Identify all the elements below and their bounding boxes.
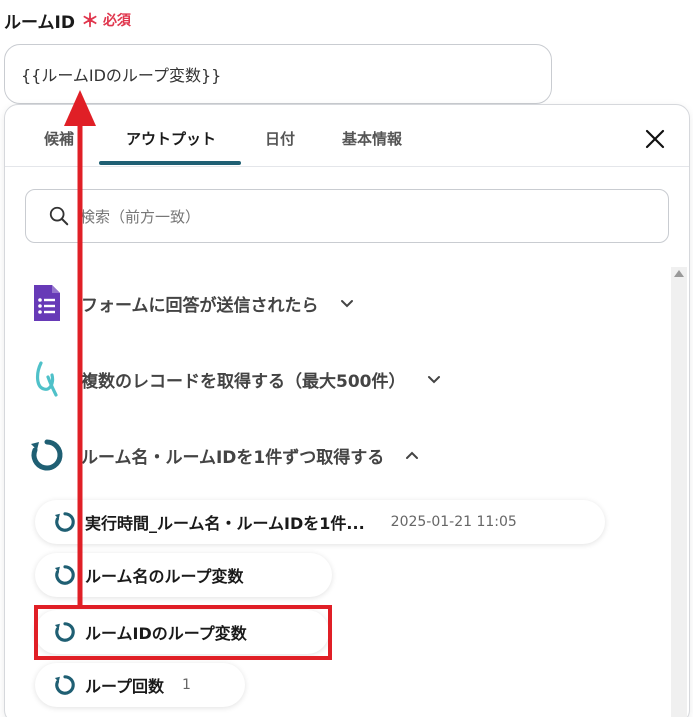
chevron-down-icon [340,300,353,308]
tab-candidates[interactable]: 候補 [41,125,77,151]
active-tab-indicator [99,161,241,165]
tab-output[interactable]: アウトプット [109,125,233,151]
kintone-icon [27,359,67,399]
scrollbar[interactable] [671,267,687,717]
room-id-input-value: {{ルームIDのループ変数}} [21,66,222,85]
search-placeholder: 検索（前方一致） [80,207,201,226]
google-forms-icon [27,283,67,323]
output-chip-room-name[interactable]: ルーム名のループ変数 [35,553,332,597]
search-input[interactable]: 検索（前方一致） [25,189,669,243]
output-sample-value: 1 [182,677,191,693]
output-label: 実行時間_ルーム名・ルームIDを1件... [85,514,365,533]
chevron-down-icon [427,376,440,384]
tab-date[interactable]: 日付 [261,125,299,151]
annotation-highlight-box [34,605,332,660]
output-label: ルーム名のループ変数 [85,567,244,586]
output-chip-loop-count[interactable]: ループ回数 1 [35,663,245,707]
chevron-up-icon [406,451,419,459]
field-label-text: ルームID [4,12,75,33]
tab-basic-info[interactable]: 基本情報 [335,125,409,151]
search-icon [49,206,69,226]
close-icon[interactable] [643,127,667,151]
group-title: フォームに回答が送信されたら [81,295,319,316]
group-form-submitted[interactable]: フォームに回答が送信されたら [27,281,355,325]
group-title: 複数のレコードを取得する（最大500件） [81,371,406,392]
loop-icon [54,565,75,585]
scroll-up-arrow[interactable] [674,270,684,277]
group-title: ルーム名・ルームIDを1件ずつ取得する [81,447,385,468]
output-label: ループ回数 [85,677,165,696]
required-mark: ＊ [80,11,99,32]
group-fetch-records[interactable]: 複数のレコードを取得する（最大500件） [27,357,442,401]
output-sample-value: 2025-01-21 11:05 [390,514,517,530]
loop-icon [54,675,75,695]
room-id-input[interactable]: {{ルームIDのループ変数}} [4,44,552,104]
output-chip-execution-time[interactable]: 実行時間_ルーム名・ルームIDを1件... 2025-01-21 11:05 [35,500,605,544]
group-loop-rooms[interactable]: ルーム名・ルームIDを1件ずつ取得する [27,433,420,477]
required-text: 必須 [102,13,131,29]
field-label: ルームID ＊ 必須 [4,8,131,33]
tab-bar: 候補 アウトプット 日付 基本情報 [5,105,689,167]
loop-icon [54,512,75,532]
loop-icon [27,435,67,475]
